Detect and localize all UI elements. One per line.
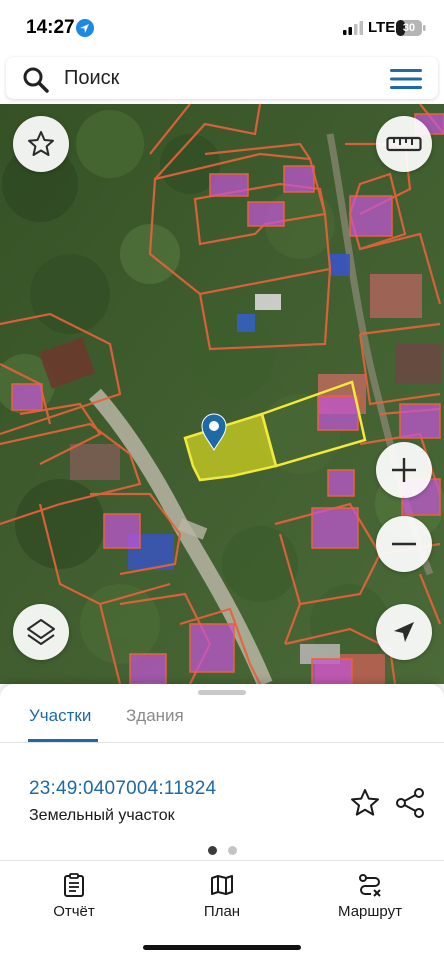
layers-button[interactable] [13,604,69,660]
report-icon [64,873,84,897]
tab-parcels[interactable]: Участки [29,706,91,726]
route-icon [359,874,381,897]
cadastral-number[interactable]: 23:49:0407004:11824 [29,778,216,800]
favorite-map-button[interactable] [13,116,69,172]
search-input[interactable] [64,63,364,93]
zoom-in-button[interactable] [376,442,432,498]
ruler-icon [386,136,422,152]
network-type: LTE [368,19,396,36]
signal-icon [343,21,363,35]
zoom-in-icon [392,458,416,482]
nav-plan-label: План [203,903,241,920]
status-time: 14:27 [26,17,75,38]
location-arrow-icon [76,19,94,37]
nav-report-label: Отчёт [53,903,95,920]
nav-route-label: Маршрут [338,903,402,920]
nav-report[interactable]: Отчёт [19,873,129,920]
zoom-out-button[interactable] [376,516,432,572]
map-view[interactable] [0,104,444,684]
status-bar: 14:27 LTE 30 [0,0,444,56]
nav-route[interactable]: Маршрут [315,873,425,920]
satellite-map[interactable] [0,104,444,684]
tab-buildings[interactable]: Здания [126,706,184,726]
sheet-drag-handle[interactable] [198,690,246,695]
star-icon[interactable] [349,787,381,819]
menu-icon[interactable] [388,65,424,93]
parcel-type-label: Земельный участок [29,807,175,824]
search-bar [6,57,438,99]
tab-divider [0,742,444,743]
my-location-button[interactable] [376,604,432,660]
nav-plan[interactable]: План [167,873,277,920]
zoom-out-icon [392,542,416,546]
share-icon[interactable] [394,787,426,819]
navigation-arrow-icon [394,622,414,642]
favorite-star-icon [28,131,54,156]
ruler-button[interactable] [376,116,432,172]
home-indicator[interactable] [143,945,301,950]
pager-dot-active [208,846,217,855]
pager-dot [228,846,237,855]
map-plan-icon [211,875,233,895]
search-icon[interactable] [22,66,50,94]
pager-dots [206,846,238,856]
battery-level: 30 [402,22,416,34]
layers-icon [27,619,55,645]
